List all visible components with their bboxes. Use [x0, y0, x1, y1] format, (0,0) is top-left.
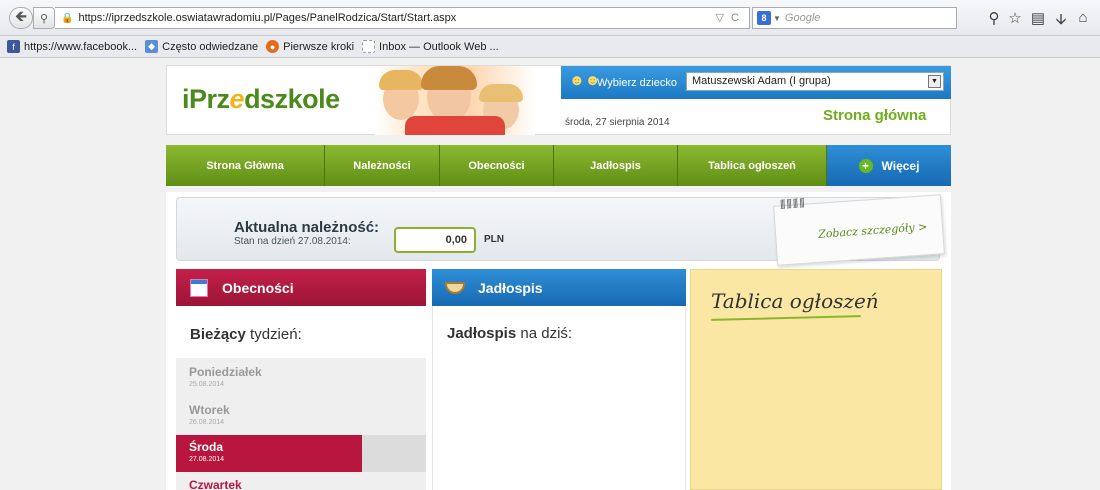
week-title: Bieżący tydzień: — [190, 326, 302, 343]
day-name: Poniedziałek — [189, 365, 262, 379]
search-placeholder: Google — [784, 12, 821, 24]
logo-text-prefix: iPrz — [182, 84, 230, 114]
main-menu: Strona Główna Należności Obecności Jadło… — [166, 145, 951, 186]
address-bar[interactable]: 🔒 https://iprzedszkole.oswiatawradomiu.p… — [55, 7, 750, 29]
notice-board-underline — [710, 315, 862, 321]
most-visited-icon: ◆ — [145, 40, 159, 53]
choose-child-label: Wybierz dziecko — [597, 77, 677, 89]
calendar-icon — [188, 278, 210, 298]
today-menu-bold: Jadłospis — [447, 325, 517, 342]
day-monday[interactable]: Poniedziałek 25.08.2014 — [176, 360, 426, 397]
bookmark-first-steps[interactable]: ● Pierwsze kroki — [266, 40, 354, 53]
menu-item-payments[interactable]: Należności — [325, 145, 440, 186]
today-menu-rest: na dziś: — [516, 325, 573, 342]
logo-text-e: e — [229, 84, 245, 114]
current-date: środa, 27 sierpnia 2014 — [565, 117, 670, 128]
menu-item-notice-board[interactable]: Tablica ogłoszeń — [678, 145, 827, 186]
food-menu-panel: Jadłospis Jadłospis na dziś: — [432, 269, 686, 490]
day-tuesday[interactable]: Wtorek 26.08.2014 — [176, 398, 426, 435]
cup-icon — [444, 278, 466, 298]
children-photo — [375, 66, 535, 135]
facebook-icon: f — [7, 40, 20, 53]
url-text: https://iprzedszkole.oswiatawradomiu.pl/… — [78, 12, 457, 24]
balance-box: Aktualna należność: Stan na dzień 27.08.… — [176, 194, 945, 266]
search-input[interactable]: 8 ▼ Google — [752, 7, 957, 29]
page-title: Strona główna — [823, 107, 927, 124]
bookmark-label: Inbox — Outlook Web ... — [379, 40, 499, 53]
food-menu-title: Jadłospis — [478, 279, 543, 296]
browser-toolbar: 🡸 ⚲ 🔒 https://iprzedszkole.oswiatawradom… — [0, 0, 1100, 36]
key-icon: ⚲ — [39, 12, 49, 25]
week-title-bold: Bieżący — [190, 326, 246, 343]
reload-icon[interactable]: ▽ C — [716, 11, 741, 24]
attendance-header[interactable]: Obecności — [176, 269, 426, 306]
day-date: 25.08.2014 — [189, 381, 225, 388]
page-icon — [362, 40, 376, 53]
search-magnifier-icon[interactable]: ⚲ — [985, 9, 1003, 27]
selected-child: Matuszewski Adam (I grupa) — [692, 75, 831, 87]
notice-board-title[interactable]: Tablica ogłoszeń — [711, 289, 879, 313]
menu-item-attendance[interactable]: Obecności — [440, 145, 554, 186]
day-name: Czwartek — [189, 478, 242, 490]
details-link[interactable]: Zobacz szczegóły > — [818, 220, 928, 241]
bookmarks-toolbar: f https://www.facebook... ◆ Często odwie… — [0, 36, 1100, 58]
spiral-binding-icon: ∭∭∭∭ — [779, 198, 807, 211]
menu-item-home[interactable]: Strona Główna — [166, 145, 325, 186]
balance-subtitle: Stan na dzień 27.08.2014: — [234, 236, 351, 247]
site-identity-button[interactable]: ⚲ — [33, 7, 55, 29]
attendance-panel: Obecności Bieżący tydzień: Poniedziałek … — [176, 269, 426, 490]
bookmark-most-visited[interactable]: ◆ Często odwiedzane — [145, 40, 258, 53]
bookmark-label: https://www.facebook... — [24, 40, 138, 53]
chevron-down-icon[interactable]: ▼ — [773, 14, 781, 23]
plus-icon: + — [858, 158, 873, 173]
details-note[interactable]: ∭∭∭∭ Zobacz szczegóły > — [773, 194, 945, 266]
day-wednesday[interactable]: Środa 27.08.2014 — [176, 435, 362, 472]
today-menu-title: Jadłospis na dziś: — [447, 325, 572, 342]
bookmark-label: Często odwiedzane — [162, 40, 259, 53]
bookmark-star-icon[interactable]: ☆ — [1006, 9, 1024, 27]
attendance-title: Obecności — [222, 279, 294, 296]
more-label: Więcej — [881, 158, 920, 173]
site-logo[interactable]: iPrzedszkole — [182, 84, 340, 115]
firefox-icon: ● — [266, 40, 280, 53]
day-name: Środa — [189, 440, 224, 454]
notice-board-panel: Tablica ogłoszeń — [690, 269, 942, 490]
child-selector-bar: ☻☻ Wybierz dziecko Matuszewski Adam (I g… — [561, 66, 951, 99]
day-date: 27.08.2014 — [189, 456, 225, 463]
search-engine-icon[interactable]: 8 — [757, 11, 771, 25]
logo-text-suffix: dszkole — [244, 84, 340, 114]
chevron-down-icon[interactable]: ▼ — [928, 75, 941, 88]
home-icon[interactable]: ⌂ — [1074, 9, 1092, 26]
children-icon: ☻☻ — [569, 72, 601, 89]
balance-currency: PLN — [484, 234, 504, 245]
balance-amount: 0,00 — [394, 227, 476, 253]
back-button[interactable]: 🡸 — [9, 7, 33, 29]
menu-more-button[interactable]: + Więcej — [827, 145, 951, 186]
bookmark-outlook[interactable]: Inbox — Outlook Web ... — [362, 40, 499, 53]
menu-item-food-menu[interactable]: Jadłospis — [554, 145, 678, 186]
week-title-rest: tydzień: — [245, 326, 302, 343]
day-name: Wtorek — [189, 403, 230, 417]
download-icon[interactable]: 🡫 — [1052, 9, 1070, 34]
lock-icon: 🔒 — [61, 12, 74, 24]
page: iPrzedszkole ☻☻ Wybierz dziecko Matuszew… — [0, 59, 1100, 490]
child-select[interactable]: Matuszewski Adam (I grupa) ▼ — [686, 72, 944, 91]
balance-title: Aktualna należność: — [234, 219, 380, 236]
bookmarks-menu-icon[interactable]: ▤ — [1029, 9, 1047, 27]
back-arrow-icon: 🡸 — [14, 7, 28, 25]
site-header: iPrzedszkole ☻☻ Wybierz dziecko Matuszew… — [166, 65, 951, 135]
bookmark-label: Pierwsze kroki — [283, 40, 355, 53]
day-date: 26.08.2014 — [189, 419, 225, 426]
food-menu-header[interactable]: Jadłospis — [432, 269, 686, 306]
bookmark-facebook[interactable]: f https://www.facebook... — [7, 40, 137, 53]
day-status-cell — [362, 435, 426, 472]
day-thursday[interactable]: Czwartek — [176, 473, 426, 490]
main-content: Aktualna należność: Stan na dzień 27.08.… — [166, 192, 951, 490]
